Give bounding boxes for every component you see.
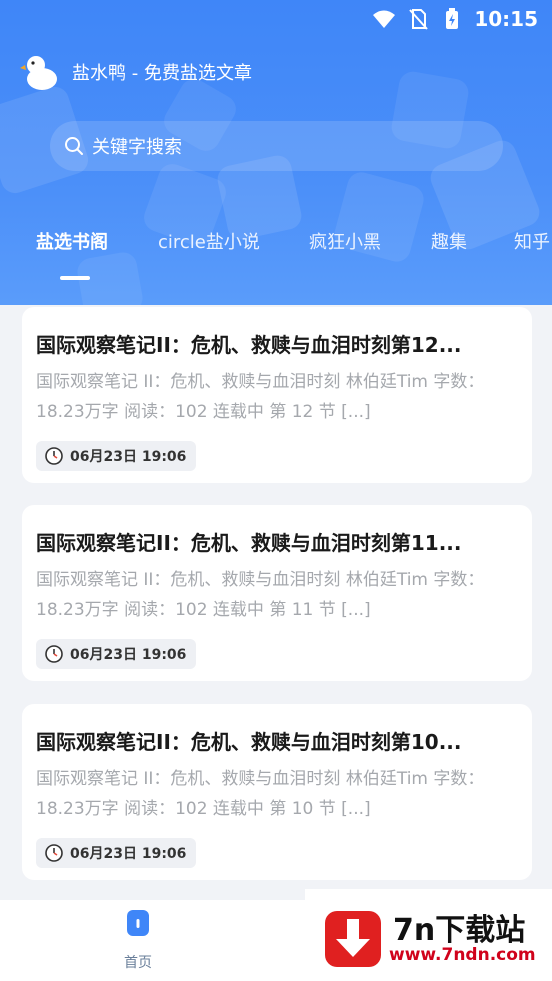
tab-yanxuan-shuge[interactable]: 盐选书阁 xyxy=(36,228,108,254)
tab-circle[interactable]: circle盐小说 xyxy=(158,228,260,254)
article-title: 国际观察笔记II：危机、救赎与血泪时刻第12... xyxy=(36,333,462,357)
article-date: 06月23日 19:06 xyxy=(70,846,187,862)
status-bar: 10:15 xyxy=(372,0,552,38)
tab-fengkuang-xiaohei[interactable]: 疯狂小黑 xyxy=(309,228,381,254)
search-input[interactable]: 关键字搜索 xyxy=(50,121,503,171)
watermark: 7n下载站 www.7ndn.com xyxy=(305,889,552,981)
clock-icon xyxy=(45,447,63,465)
app-header: 盐水鸭 - 免费盐选文章 xyxy=(20,52,252,92)
article-date-badge: 06月23日 19:06 xyxy=(36,441,197,471)
no-sim-icon xyxy=(409,9,429,30)
battery-charging-icon xyxy=(446,8,459,29)
home-icon xyxy=(127,910,149,936)
article-card[interactable]: 国际观察笔记II：危机、救赎与血泪时刻第10... 国际观察笔记 II：危机、救… xyxy=(22,704,532,880)
duck-icon xyxy=(20,56,57,90)
nav-home-label: 首页 xyxy=(124,955,152,971)
clock-icon xyxy=(45,844,63,862)
tab-indicator xyxy=(60,276,90,280)
category-tabs: 盐选书阁 circle盐小说 疯狂小黑 趣集 知乎 xyxy=(0,228,552,268)
article-date: 06月23日 19:06 xyxy=(70,647,187,663)
tab-quji[interactable]: 趣集 xyxy=(431,228,467,254)
article-date-badge: 06月23日 19:06 xyxy=(36,838,197,868)
search-placeholder: 关键字搜索 xyxy=(92,137,182,158)
article-title: 国际观察笔记II：危机、救赎与血泪时刻第10... xyxy=(36,730,462,754)
article-date: 06月23日 19:06 xyxy=(70,449,187,465)
article-title: 国际观察笔记II：危机、救赎与血泪时刻第11... xyxy=(36,531,462,555)
article-summary: 国际观察笔记 II：危机、救赎与血泪时刻 林伯廷Tim 字数：18.23万字 阅… xyxy=(36,372,485,422)
header-banner: 10:15 盐水鸭 - 免费盐选文章 关键字搜索 盐选书阁 circle盐小说 … xyxy=(0,0,552,305)
status-time: 10:15 xyxy=(474,7,538,31)
watermark-title: 7n下载站 xyxy=(393,913,526,948)
article-card[interactable]: 国际观察笔记II：危机、救赎与血泪时刻第11... 国际观察笔记 II：危机、救… xyxy=(22,505,532,681)
tab-zhihu[interactable]: 知乎 xyxy=(514,228,550,254)
article-summary: 国际观察笔记 II：危机、救赎与血泪时刻 林伯廷Tim 字数：18.23万字 阅… xyxy=(36,769,485,819)
article-card[interactable]: 国际观察笔记II：危机、救赎与血泪时刻第12... 国际观察笔记 II：危机、救… xyxy=(22,307,532,483)
wifi-icon xyxy=(373,10,396,28)
download-logo-icon xyxy=(325,911,381,967)
nav-home-button[interactable]: 首页 xyxy=(108,904,168,974)
watermark-url: www.7ndn.com xyxy=(389,945,536,965)
article-summary: 国际观察笔记 II：危机、救赎与血泪时刻 林伯廷Tim 字数：18.23万字 阅… xyxy=(36,570,485,620)
clock-icon xyxy=(45,645,63,663)
article-date-badge: 06月23日 19:06 xyxy=(36,639,197,669)
app-title: 盐水鸭 - 免费盐选文章 xyxy=(72,63,252,84)
search-icon xyxy=(65,137,83,155)
